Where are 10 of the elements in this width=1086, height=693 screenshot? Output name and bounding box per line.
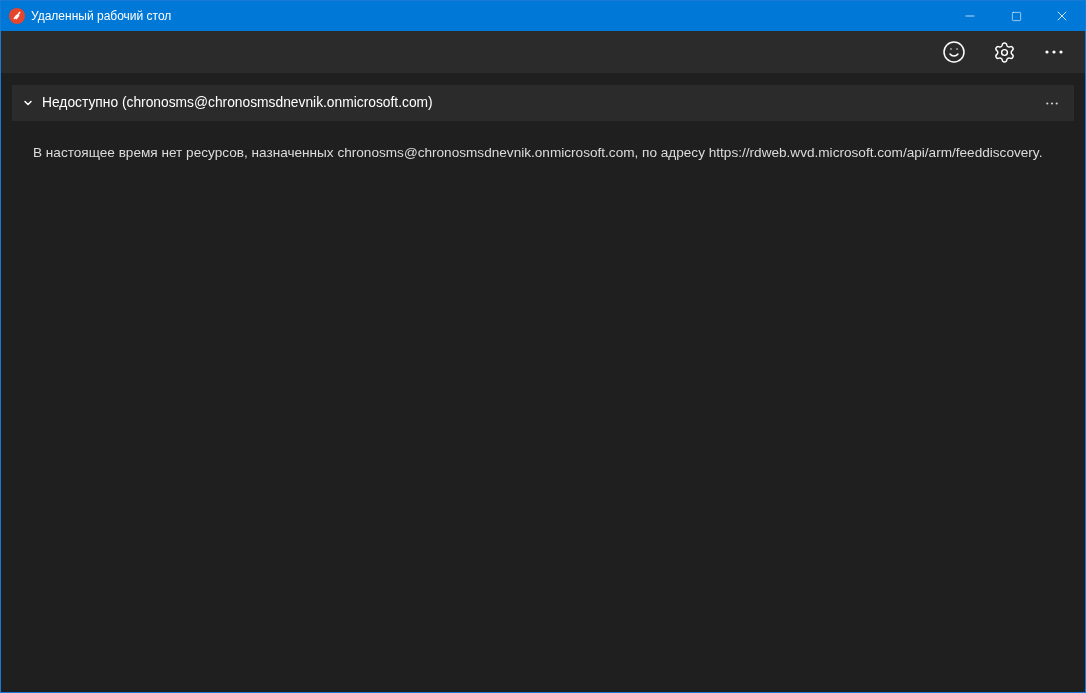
more-icon	[1045, 50, 1063, 54]
empty-message: В настоящее время нет ресурсов, назначенных chronosms@chronosmsdnevnik.onmicrosoft.com, по адресу https://rdweb.wvd.microsoft.com/api/arm/feeddiscovery.	[33, 144, 1044, 162]
smiley-icon	[942, 40, 966, 64]
maximize-icon	[1010, 10, 1022, 22]
group-title: Недоступно (chronosms@chronosmsdnevnik.onmicrosoft.com)	[42, 93, 433, 112]
app-logo-icon	[9, 8, 25, 24]
more-icon	[1046, 101, 1058, 105]
group-header[interactable]: Недоступно (chronosms@chronosmsdnevnik.onmicrosoft.com)	[12, 85, 1074, 121]
settings-icon	[992, 40, 1016, 64]
window-title: Удаленный рабочий стол	[31, 8, 172, 25]
